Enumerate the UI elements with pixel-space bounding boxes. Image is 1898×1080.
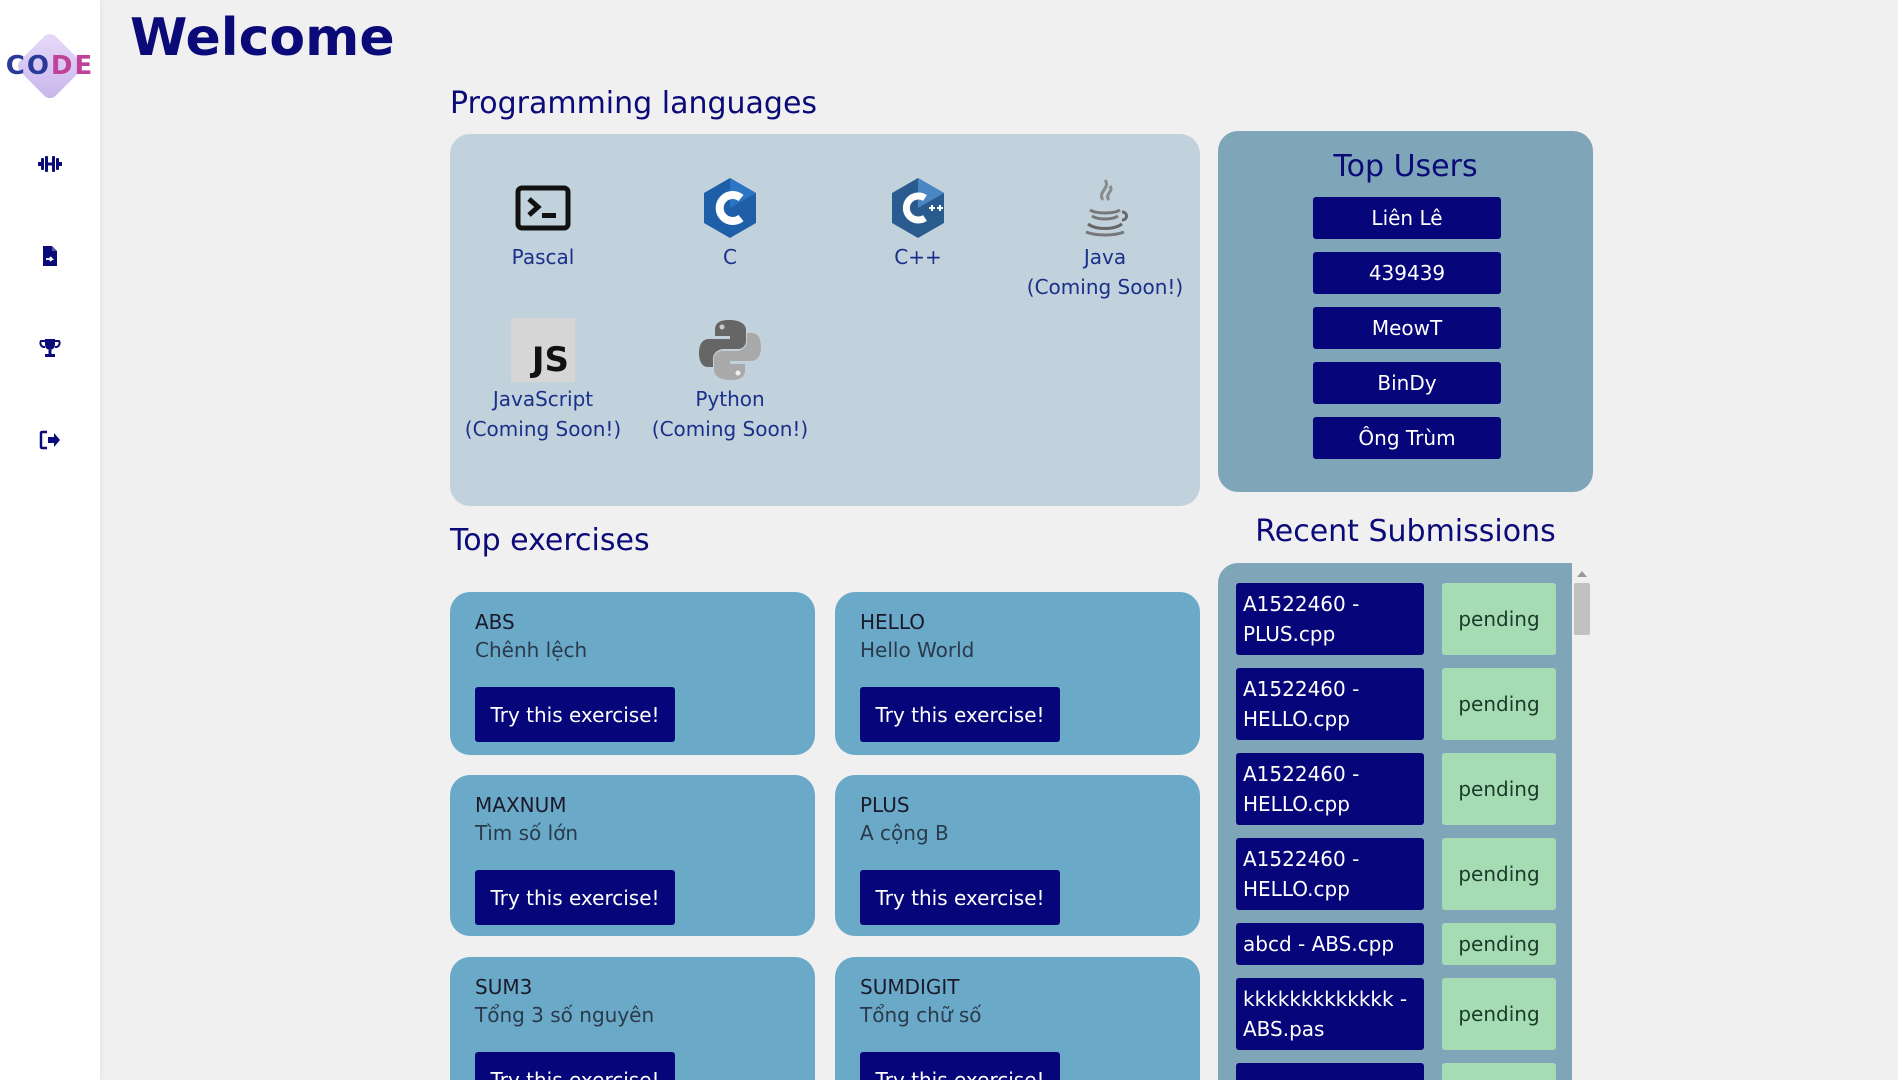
- logo[interactable]: CODE: [6, 30, 95, 102]
- js-logo-text: JS: [531, 340, 569, 380]
- exercise-name: Tìm số lớn: [475, 821, 579, 845]
- file-export-icon[interactable]: [34, 240, 66, 272]
- language-note: (Coming Soon!): [1026, 275, 1184, 299]
- exercise-card: HELLO Hello World Try this exercise!: [835, 592, 1200, 755]
- submission-name[interactable]: kkkkkkkkkkkkk - ABS.pas: [1236, 978, 1424, 1050]
- page-title: Welcome: [130, 8, 395, 68]
- top-user-button[interactable]: Liên Lê: [1313, 197, 1501, 239]
- exercise-name: Tổng 3 số nguyên: [475, 1003, 655, 1027]
- exercise-code: HELLO: [860, 610, 925, 634]
- language-label: C++: [894, 245, 942, 269]
- submission-name[interactable]: A1522460 - HELLO.cpp: [1236, 753, 1424, 825]
- java-logo-icon: [1073, 176, 1137, 240]
- submission-status: pending: [1442, 923, 1556, 965]
- exercise-name: Hello World: [860, 638, 975, 662]
- language-label: C: [723, 245, 737, 269]
- scroll-up-arrow-icon[interactable]: [1577, 571, 1587, 577]
- trophy-icon[interactable]: [34, 332, 66, 364]
- sidebar: CODE: [0, 0, 100, 1080]
- language-python[interactable]: Python (Coming Soon!): [645, 318, 815, 444]
- language-cpp[interactable]: C++: [833, 176, 1003, 272]
- logo-text: CODE: [6, 51, 95, 81]
- submission-status: pending: [1442, 668, 1556, 740]
- top-user-button[interactable]: BinDy: [1313, 362, 1501, 404]
- exercise-code: PLUS: [860, 793, 910, 817]
- sign-out-icon[interactable]: [34, 424, 66, 456]
- exercise-card: ABS Chênh lệch Try this exercise!: [450, 592, 815, 755]
- language-label: JavaScript: [492, 387, 594, 411]
- language-label: Python: [695, 387, 765, 411]
- exercise-code: SUMDIGIT: [860, 975, 960, 999]
- recent-submissions-list[interactable]: A1522460 - PLUS.cpp pending A1522460 - H…: [1218, 563, 1572, 1080]
- submission-name[interactable]: A1522460 - HELLO.cpp: [1236, 838, 1424, 910]
- exercise-name: Chênh lệch: [475, 638, 588, 662]
- dumbbell-icon[interactable]: [34, 148, 66, 180]
- language-note: (Coming Soon!): [464, 417, 622, 441]
- exercises-title: Top exercises: [450, 523, 650, 558]
- language-label: Pascal: [511, 245, 575, 269]
- languages-title: Programming languages: [450, 86, 818, 121]
- recent-submissions-title: Recent Submissions: [1255, 514, 1556, 549]
- language-java[interactable]: Java (Coming Soon!): [1020, 176, 1190, 302]
- submission-status-partial: [1442, 1063, 1556, 1080]
- terminal-icon: [511, 176, 575, 240]
- top-users-title: Top Users: [1333, 149, 1478, 184]
- top-user-button[interactable]: 439439: [1313, 252, 1501, 294]
- submission-status: pending: [1442, 978, 1556, 1050]
- try-exercise-button[interactable]: Try this exercise!: [475, 687, 675, 742]
- try-exercise-button[interactable]: Try this exercise!: [860, 870, 1060, 925]
- try-exercise-button[interactable]: Try this exercise!: [475, 1052, 675, 1080]
- top-user-button[interactable]: MeowT: [1313, 307, 1501, 349]
- top-users-panel: Top Users Liên Lê 439439 MeowT BinDy Ông…: [1218, 131, 1593, 492]
- try-exercise-button[interactable]: Try this exercise!: [475, 870, 675, 925]
- python-logo-icon: [698, 318, 762, 382]
- c-logo-icon: [698, 176, 762, 240]
- exercise-card: SUM3 Tổng 3 số nguyên Try this exercise!: [450, 957, 815, 1080]
- exercise-card: MAXNUM Tìm số lớn Try this exercise!: [450, 775, 815, 936]
- logo-text-part-2: DE: [50, 51, 95, 81]
- exercise-code: ABS: [475, 610, 515, 634]
- language-javascript[interactable]: JS JavaScript (Coming Soon!): [458, 318, 628, 444]
- language-note: (Coming Soon!): [651, 417, 809, 441]
- exercise-card: PLUS A cộng B Try this exercise!: [835, 775, 1200, 936]
- submission-status: pending: [1442, 838, 1556, 910]
- logo-text-part-1: CO: [5, 51, 51, 81]
- language-c[interactable]: C: [645, 176, 815, 272]
- try-exercise-button[interactable]: Try this exercise!: [860, 1052, 1060, 1080]
- submission-name[interactable]: A1522460 - PLUS.cpp: [1236, 583, 1424, 655]
- top-user-button[interactable]: Ông Trùm: [1313, 417, 1501, 459]
- language-label: Java: [1083, 245, 1127, 269]
- submission-status: pending: [1442, 583, 1556, 655]
- recent-scrollbar[interactable]: [1572, 563, 1592, 1080]
- language-pascal[interactable]: Pascal: [458, 176, 628, 272]
- submission-name-partial[interactable]: [1236, 1063, 1424, 1080]
- js-logo-icon: JS: [511, 318, 575, 382]
- exercise-name: A cộng B: [860, 821, 949, 845]
- submission-status: pending: [1442, 753, 1556, 825]
- exercise-card: SUMDIGIT Tổng chữ số Try this exercise!: [835, 957, 1200, 1080]
- exercise-name: Tổng chữ số: [860, 1003, 982, 1027]
- scroll-thumb[interactable]: [1574, 583, 1590, 635]
- submission-name[interactable]: A1522460 - HELLO.cpp: [1236, 668, 1424, 740]
- exercise-code: SUM3: [475, 975, 533, 999]
- exercise-code: MAXNUM: [475, 793, 567, 817]
- try-exercise-button[interactable]: Try this exercise!: [860, 687, 1060, 742]
- submission-name[interactable]: abcd - ABS.cpp: [1236, 923, 1424, 965]
- cpp-logo-icon: [886, 176, 950, 240]
- languages-panel: Pascal C C++ Java (Coming Soon!) JS Java…: [450, 134, 1200, 506]
